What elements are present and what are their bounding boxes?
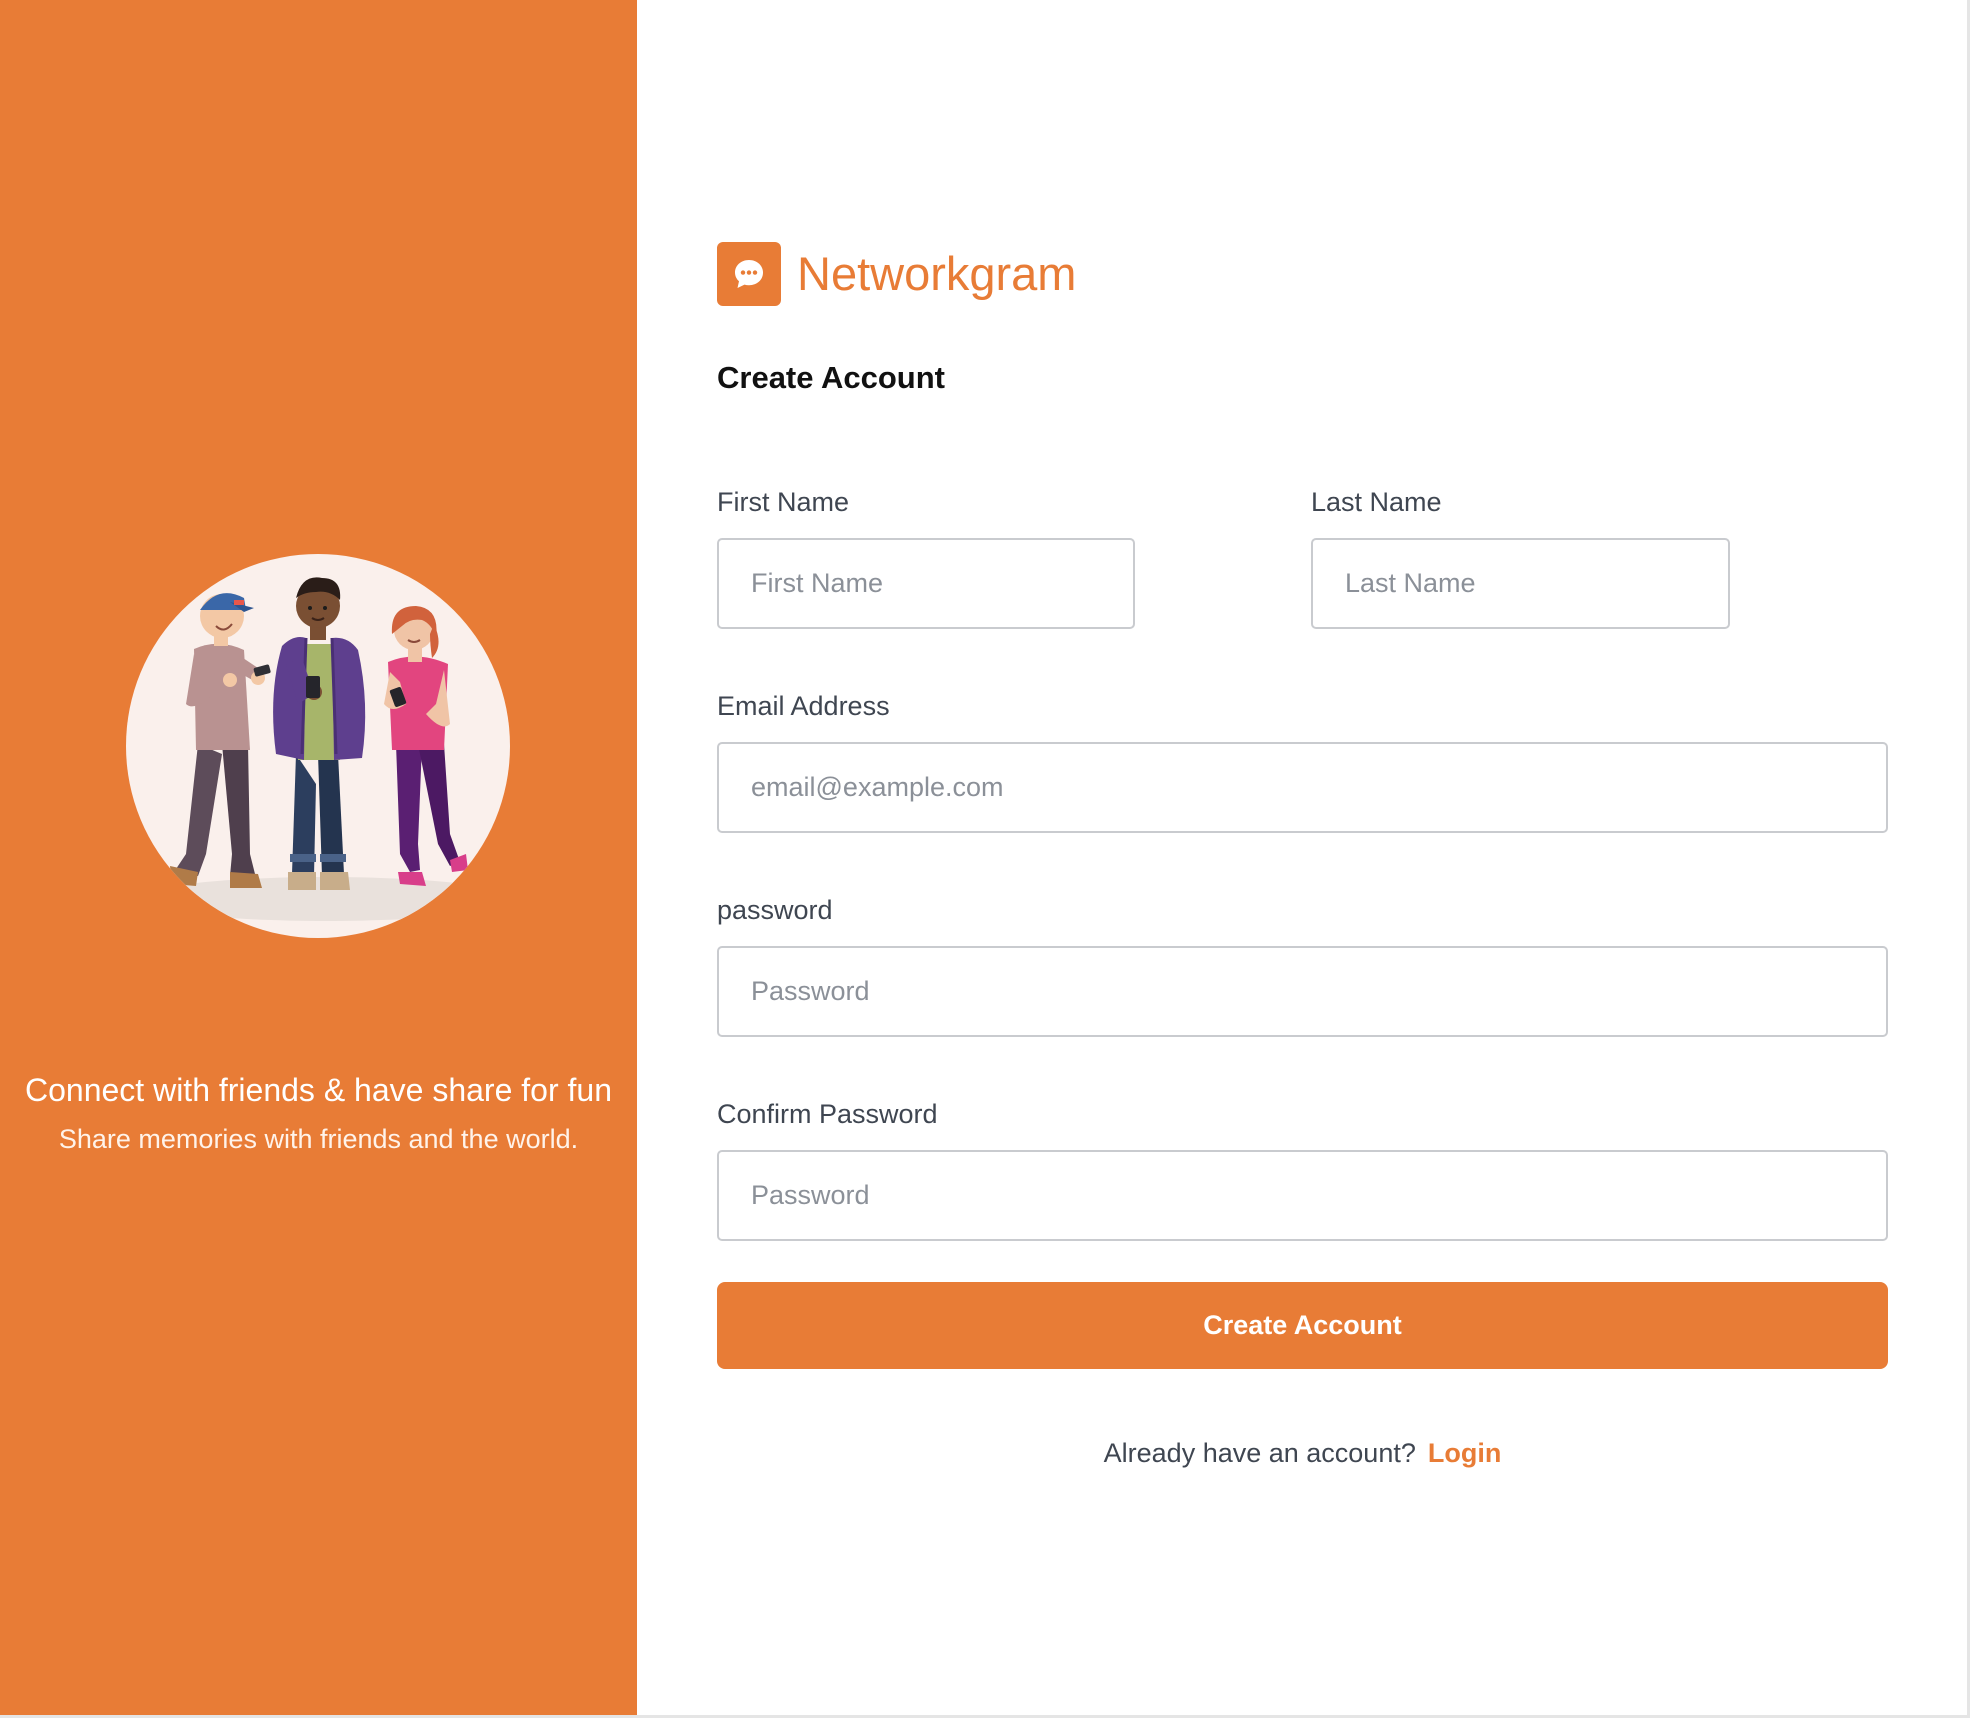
hero-panel: Connect with friends & have share for fu…: [0, 0, 637, 1716]
form-title: Create Account: [717, 360, 945, 395]
confirm-password-input[interactable]: [717, 1150, 1888, 1241]
password-input[interactable]: [717, 946, 1888, 1037]
last-name-input[interactable]: [1311, 538, 1730, 629]
signup-page: Connect with friends & have share for fu…: [0, 0, 1970, 1718]
first-name-label: First Name: [717, 487, 850, 517]
email-input[interactable]: [717, 742, 1888, 833]
create-account-button[interactable]: Create Account: [717, 1282, 1888, 1369]
login-prompt-row: Already have an account? Login: [717, 1436, 1888, 1470]
login-prompt-text: Already have an account?: [1103, 1438, 1416, 1468]
last-name-label: Last Name: [1311, 487, 1442, 517]
login-link[interactable]: Login: [1428, 1438, 1501, 1468]
confirm-password-label: Confirm Password: [717, 1099, 938, 1129]
email-label: Email Address: [717, 691, 890, 721]
hero-title: Connect with friends & have share for fu…: [25, 1072, 612, 1108]
brand-name: Networkgram: [797, 247, 1077, 300]
people-with-phones-illustration: [126, 554, 510, 938]
chat-bubble-icon: [717, 242, 781, 306]
first-name-input[interactable]: [717, 538, 1135, 629]
password-label: password: [717, 895, 833, 925]
brand: Networkgram: [717, 242, 1076, 306]
hero-subtitle: Share memories with friends and the worl…: [58, 1124, 579, 1154]
